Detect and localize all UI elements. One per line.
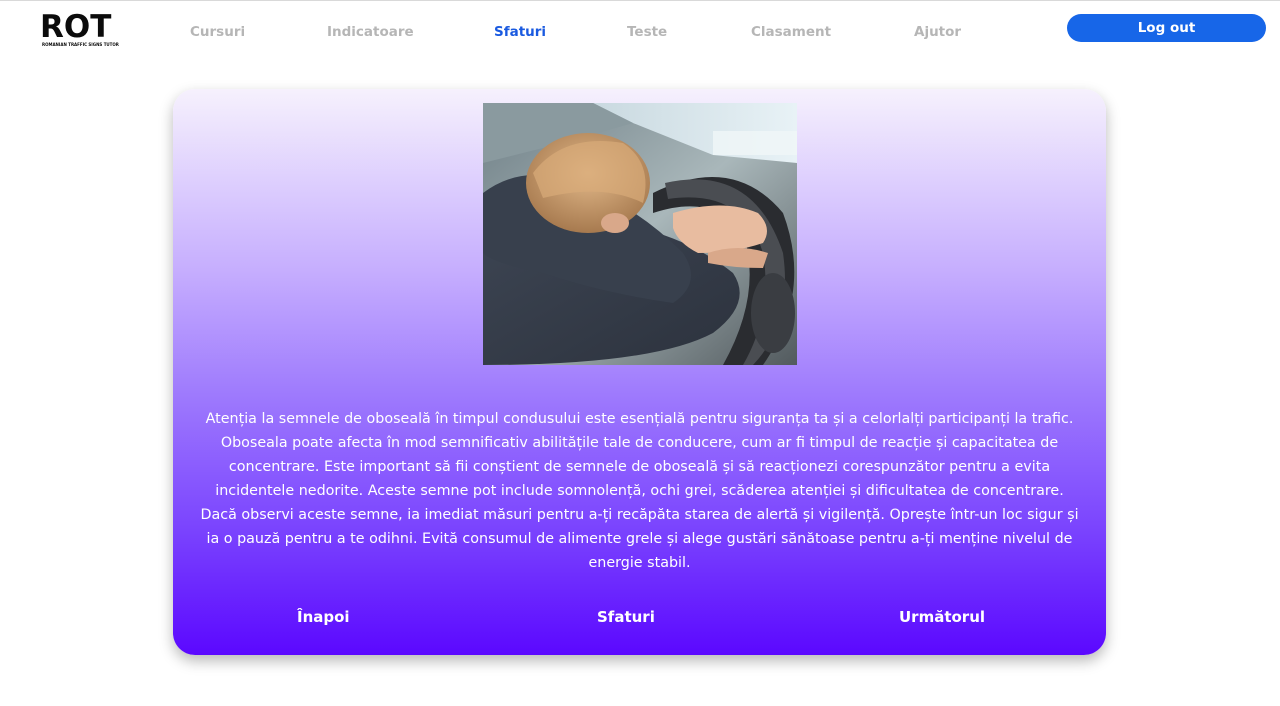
rot-logo[interactable]: ROT ROMANIAN TRAFFIC SIGNS TUTOR xyxy=(40,10,136,50)
tip-card: Atenția la semnele de oboseală în timpul… xyxy=(173,89,1106,655)
nav-item-ajutor[interactable]: Ajutor xyxy=(914,24,961,41)
nav-item-clasament[interactable]: Clasament xyxy=(751,24,831,41)
next-button[interactable]: Următorul xyxy=(899,608,985,626)
nav-item-teste[interactable]: Teste xyxy=(627,24,667,41)
nav-item-indicatoare[interactable]: Indicatoare xyxy=(327,24,414,41)
back-button[interactable]: Înapoi xyxy=(297,608,350,626)
logo-text: ROT xyxy=(40,9,112,45)
logout-button[interactable]: Log out xyxy=(1067,14,1266,42)
driver-asleep-on-steering-wheel-photo xyxy=(483,103,797,365)
logo-subtitle: ROMANIAN TRAFFIC SIGNS TUTOR xyxy=(42,42,119,47)
top-navbar: ROT ROMANIAN TRAFFIC SIGNS TUTOR Cursuri… xyxy=(0,0,1280,62)
nav-item-sfaturi[interactable]: Sfaturi xyxy=(494,24,546,41)
tip-text: Atenția la semnele de oboseală în timpul… xyxy=(200,411,1079,571)
nav-item-cursuri[interactable]: Cursuri xyxy=(190,24,245,41)
section-label[interactable]: Sfaturi xyxy=(597,608,655,626)
